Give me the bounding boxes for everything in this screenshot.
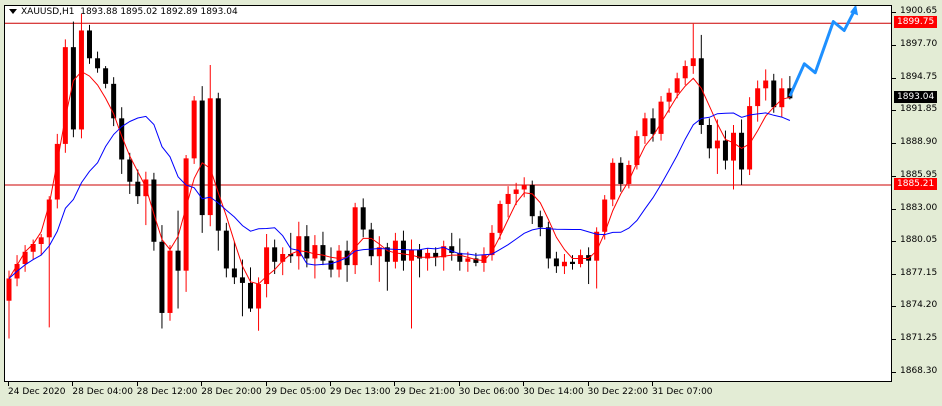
candle-bull (392, 240, 398, 262)
candle-bear (151, 179, 157, 242)
time-tick-label: 28 Dec 04:00 (72, 382, 133, 397)
moving-average-fast-line (8, 70, 791, 285)
candle-bull (578, 255, 584, 265)
candle-bear (175, 250, 181, 271)
candle-bull (610, 162, 616, 200)
candle-bear (328, 260, 334, 270)
price-chart-area[interactable]: XAUUSD,H1 1893.88 1895.02 1892.89 1893.0… (4, 5, 892, 382)
candle-bear (239, 277, 245, 283)
candle-bull (38, 237, 44, 244)
candle-bull (561, 261, 567, 267)
candle-bull (521, 185, 527, 190)
candle-bear (529, 185, 535, 217)
candle-bull (167, 250, 173, 313)
dropdown-triangle-icon[interactable] (9, 9, 17, 14)
candle-bull (352, 207, 358, 266)
candle-bear (368, 229, 374, 257)
candle-bull (690, 58, 696, 67)
candle-bear (722, 140, 728, 161)
candle-bear (618, 162, 624, 184)
time-tick-label: 31 Dec 07:00 (652, 382, 713, 397)
candle-bull (674, 78, 680, 93)
candle-bear (223, 230, 229, 269)
candle-bear (570, 261, 575, 265)
chart-header: XAUUSD,H1 1893.88 1895.02 1892.89 1893.0… (9, 7, 238, 17)
candlestick-chart (5, 6, 891, 339)
candle-bull (22, 251, 28, 265)
time-tick-label: 29 Dec 13:00 (330, 382, 391, 397)
candle-bull (6, 278, 12, 301)
candle-bear (553, 258, 559, 267)
candle-bear (159, 241, 165, 313)
current-price-tag: 1893.04 (894, 90, 938, 103)
candle-bull (312, 245, 318, 259)
candle-bear (650, 118, 656, 134)
candle-bear (95, 58, 101, 69)
candle-bull (731, 132, 736, 161)
candle-bull (682, 66, 688, 79)
ohlc-values: 1893.88 1895.02 1892.89 1893.04 (80, 7, 238, 17)
time-tick-label: 28 Dec 12:00 (136, 382, 198, 397)
time-tick-label: 29 Dec 21:00 (394, 382, 455, 397)
candle-bull (755, 88, 761, 107)
candle-bull (779, 88, 785, 108)
time-axis: 24 Dec 2020 28 Dec 04:00 28 Dec 12:00 28 De… (4, 382, 892, 406)
candle-bull (642, 118, 648, 137)
time-tick-label: 30 Dec 06:00 (458, 382, 520, 397)
candle-bear (103, 68, 109, 84)
candle-bear (400, 240, 406, 261)
candle-bear (739, 132, 745, 170)
candle-bear (199, 100, 205, 216)
level-price-tag-upper: 1899.75 (894, 16, 938, 29)
candle-bear (545, 227, 551, 259)
candle-bear (215, 98, 221, 231)
time-tick-label: 30 Dec 14:00 (523, 382, 584, 397)
candle-bear (135, 181, 141, 197)
candle-bear (771, 80, 777, 108)
candle-bear (537, 216, 543, 228)
candle-bear (706, 124, 712, 149)
candle-bull (465, 258, 471, 262)
candle-bear (272, 247, 278, 262)
candle-bear (320, 245, 326, 261)
candle-bull (497, 203, 503, 233)
candle-bear (127, 159, 133, 182)
time-tick-label: 30 Dec 22:00 (587, 382, 649, 397)
candle-bull (78, 30, 84, 130)
candle-bear (360, 207, 366, 230)
candle-bull (666, 92, 672, 102)
candle-bull (763, 80, 769, 89)
candle-bull (191, 100, 197, 159)
chart-window: XAUUSD,H1 1893.88 1895.02 1892.89 1893.0… (0, 0, 942, 406)
candle-bear (119, 118, 125, 160)
forecast-arrow (788, 8, 857, 97)
candle-bull (256, 284, 262, 309)
candle-bear (231, 268, 237, 278)
candle-bear (87, 30, 92, 59)
candle-bear (304, 236, 310, 259)
time-tick-label: 29 Dec 05:00 (265, 382, 327, 397)
time-tick-label: 24 Dec 2020 (8, 382, 66, 397)
time-tick-label: 28 Dec 20:00 (201, 382, 262, 397)
candle-bull (634, 136, 640, 166)
candle-bull (714, 140, 720, 149)
candle-bull (513, 189, 519, 194)
candle-bear (248, 282, 253, 309)
candle-bull (658, 101, 664, 134)
level-price-tag-lower: 1885.21 (894, 177, 938, 190)
symbol-timeframe: XAUUSD,H1 (21, 7, 75, 17)
price-axis: 1900.65 1897.70 1894.75 1891.85 1888.90 1885.… (892, 6, 938, 376)
candle-bull (505, 193, 511, 204)
